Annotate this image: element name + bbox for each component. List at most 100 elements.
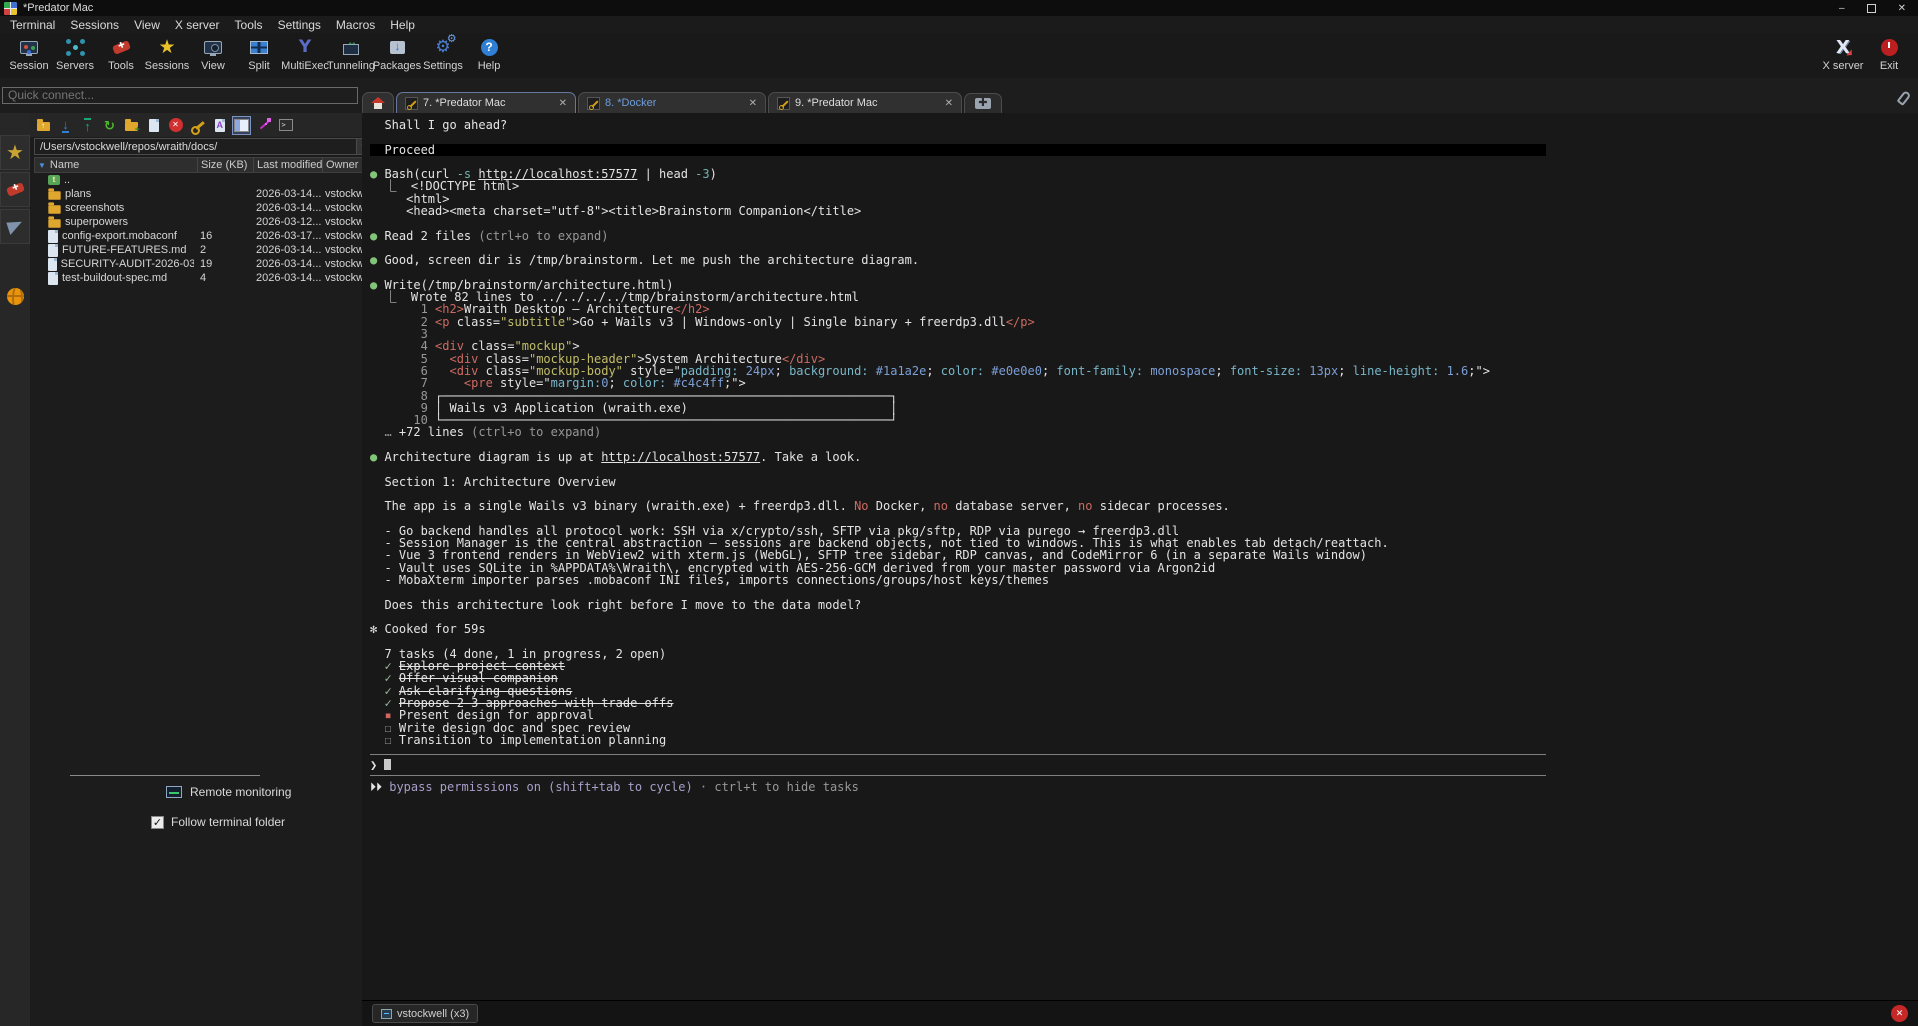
file-size	[197, 201, 253, 215]
terminal-line: The app is a single Wails v3 binary (wra…	[370, 500, 1918, 512]
menu-item-x-server[interactable]: X server	[175, 18, 220, 32]
session-tab-9[interactable]: 9. *Predator Mac✕	[768, 92, 962, 113]
folder-icon	[48, 219, 60, 228]
attachments-paperclip-icon[interactable]	[1897, 90, 1912, 106]
settings-toolbar-button[interactable]: Settings	[420, 35, 466, 72]
session-tab-7[interactable]: 7. *Predator Mac✕	[396, 92, 576, 113]
close-terminal-button[interactable]: ✕	[1891, 1005, 1908, 1022]
tunneling-toolbar-button[interactable]: Tunneling	[328, 35, 374, 72]
tools-panel-button[interactable]	[0, 172, 30, 207]
home-icon	[371, 97, 385, 109]
macros-panel-button[interactable]	[0, 209, 30, 244]
refresh-icon: ↻	[104, 119, 115, 132]
terminal-area[interactable]: Shall I go ahead? Proceed● Bash(curl -s …	[362, 113, 1918, 1026]
menu-item-tools[interactable]: Tools	[235, 18, 263, 32]
column-header-last-modified[interactable]: Last modified	[254, 158, 323, 172]
home-tab[interactable]	[362, 92, 394, 113]
upload-button[interactable]: ↑	[78, 116, 97, 135]
file-row[interactable]: SECURITY-AUDIT-2026-03-1...192026-03-14.…	[34, 257, 376, 271]
sessions-panel-button[interactable]: ★	[0, 135, 30, 170]
quick-connect-input[interactable]	[2, 87, 358, 104]
current-path[interactable]: /Users/vstockwell/repos/wraith/docs/	[35, 141, 356, 153]
terminal-button[interactable]: >	[276, 116, 295, 135]
file-modified: 2026-03-17...	[253, 229, 322, 243]
tab-close-icon[interactable]: ✕	[551, 98, 567, 109]
menu-item-view[interactable]: View	[134, 18, 160, 32]
file-row[interactable]: plans2026-03-14...vstockw...	[34, 187, 376, 201]
magic-wand-icon	[256, 117, 272, 133]
file-name: config-export.mobaconf	[62, 230, 177, 242]
help-toolbar-button[interactable]: Help	[466, 35, 512, 72]
column-header-size-kb-[interactable]: Size (KB)	[198, 158, 254, 172]
toolbar-label: Servers	[56, 60, 94, 72]
terminal-line: ✓ Offer visual companion	[370, 672, 1918, 684]
terminal-line: ✻ Cooked for 59s	[370, 623, 1918, 635]
menu-item-terminal[interactable]: Terminal	[10, 18, 55, 32]
terminal-session-tab[interactable]: vstockwell (x3)	[372, 1004, 478, 1023]
session-tab-8[interactable]: 8. *Docker ✕	[578, 92, 766, 113]
multiexec-toolbar-button[interactable]: MultiExec	[282, 35, 328, 72]
file-icon	[48, 258, 57, 271]
folder-up-button[interactable]: ↑	[34, 116, 53, 135]
menu-item-settings[interactable]: Settings	[278, 18, 321, 32]
terminal-line: ● Architecture diagram is up at http://l…	[370, 451, 1918, 463]
file-icon	[48, 272, 58, 285]
delete-button[interactable]: ✕	[166, 116, 185, 135]
file-row[interactable]: test-buildout-spec.md42026-03-14...vstoc…	[34, 271, 376, 285]
file-size: 16	[197, 229, 253, 243]
remote-monitoring-button[interactable]: Remote monitoring	[166, 785, 291, 799]
view-toolbar-button[interactable]: View	[190, 35, 236, 72]
file-row[interactable]: t..	[34, 173, 376, 187]
wand-button[interactable]	[254, 116, 273, 135]
new-folder-button[interactable]: +	[122, 116, 141, 135]
file-row[interactable]: screenshots2026-03-14...vstockw...	[34, 201, 376, 215]
maximize-button[interactable]	[1867, 4, 1876, 13]
new-file-button[interactable]	[144, 116, 163, 135]
terminal-line: ✓ Propose 2-3 approaches with trade-offs	[370, 697, 1918, 709]
follow-terminal-folder-checkbox[interactable]: ✓ Follow terminal folder	[151, 815, 285, 829]
toolbar-label: MultiExec	[281, 60, 329, 72]
new-tab-button[interactable]: ✚	[964, 93, 1002, 113]
help-icon	[481, 39, 498, 56]
packages-toolbar-button[interactable]: Packages	[374, 35, 420, 72]
title-bar: *Predator Mac – ✕	[0, 0, 1918, 16]
menu-item-sessions[interactable]: Sessions	[70, 18, 119, 32]
column-header-name[interactable]: ▼Name	[35, 158, 198, 172]
servers-toolbar-button[interactable]: Servers	[52, 35, 98, 72]
split-panel-icon	[234, 119, 249, 132]
html-edit-button[interactable]: A	[210, 116, 229, 135]
menu-item-help[interactable]: Help	[390, 18, 415, 32]
minimize-button[interactable]: –	[1839, 3, 1845, 14]
refresh-button[interactable]: ↻	[100, 116, 119, 135]
tab-close-icon[interactable]: ✕	[937, 98, 953, 109]
tools-toolbar-button[interactable]: Tools	[98, 35, 144, 72]
tab-label: 8. *Docker	[605, 97, 656, 109]
sessions-toolbar-button[interactable]: ★Sessions	[144, 35, 190, 72]
exit-toolbar-button[interactable]: Exit	[1866, 35, 1912, 72]
terminal-line: ☐ Transition to implementation planning	[370, 734, 1918, 746]
tab-close-icon[interactable]: ✕	[741, 98, 757, 109]
download-button[interactable]: ↓	[56, 116, 75, 135]
tunneling-icon	[343, 44, 359, 55]
key-button[interactable]	[188, 116, 207, 135]
split-panel-button[interactable]	[232, 116, 251, 135]
toolbar-label: Help	[478, 60, 501, 72]
session-toolbar-button[interactable]: Session	[6, 35, 52, 72]
terminal-tab-icon	[381, 1009, 392, 1019]
terminal-line: ● Bash(curl -s http://localhost:57577 | …	[370, 168, 1918, 180]
toolbar-label: View	[201, 60, 225, 72]
menu-item-macros[interactable]: Macros	[336, 18, 375, 32]
split-toolbar-button[interactable]: Split	[236, 35, 282, 72]
close-button[interactable]: ✕	[1898, 3, 1906, 14]
file-size: 19	[197, 257, 253, 271]
file-row[interactable]: superpowers2026-03-12...vstockw...	[34, 215, 376, 229]
file-modified: 2026-03-14...	[253, 201, 322, 215]
file-row[interactable]: config-export.mobaconf162026-03-17...vst…	[34, 229, 376, 243]
file-name: FUTURE-FEATURES.md	[62, 244, 186, 256]
globe-icon[interactable]	[7, 288, 24, 305]
file-row[interactable]: FUTURE-FEATURES.md22026-03-14...vstockw.…	[34, 243, 376, 257]
prompt-input-box[interactable]: ❯	[370, 754, 1546, 776]
exit-icon	[1881, 39, 1898, 56]
xserver-toolbar-button[interactable]: X server	[1820, 35, 1866, 72]
window-title: *Predator Mac	[23, 2, 93, 14]
